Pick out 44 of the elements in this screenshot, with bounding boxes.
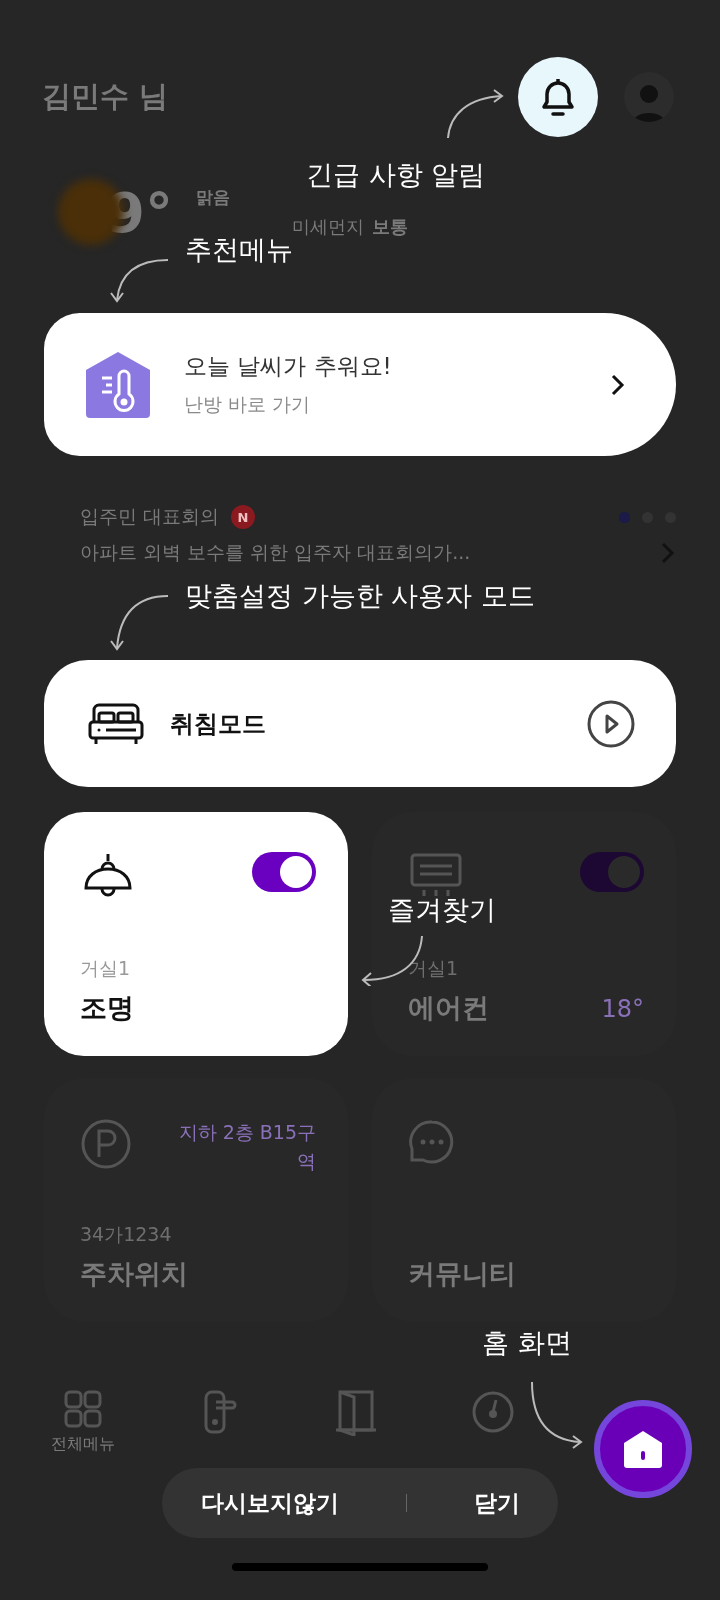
bed-icon	[88, 701, 144, 746]
device-card[interactable]: 거실1 조명	[44, 812, 348, 1056]
recommendation-card[interactable]: 오늘 날씨가 추워요! 난방 바로 가기	[44, 313, 676, 456]
device-name: 주차위치	[80, 1257, 188, 1291]
toggle-switch[interactable]	[580, 852, 644, 892]
user-greeting: 김민수 님	[42, 78, 169, 115]
coach-mark-caption: 즐겨찾기	[388, 893, 496, 927]
room-label: 34가1234	[80, 1222, 173, 1247]
coach-mark-caption: 맞춤설정 가능한 사용자 모드	[185, 579, 535, 613]
notice-title: 입주민 대표회의	[80, 504, 220, 529]
action-button[interactable]: 닫기	[463, 1481, 530, 1525]
device-name: 커뮤니티	[408, 1257, 516, 1291]
parking-location: 지하 2층 B15구역	[177, 1120, 316, 1174]
notice-text[interactable]: 아파트 외벽 보수를 위한 입주자 대표회의가...	[80, 540, 471, 566]
room-label: 거실1	[80, 956, 132, 981]
action-button[interactable]: 다시보지않기	[190, 1481, 349, 1525]
door-icon	[334, 1390, 379, 1436]
coach-mark-caption: 추천메뉴	[185, 233, 293, 267]
mode-label: 취침모드	[170, 708, 267, 740]
grid-icon	[64, 1390, 102, 1428]
weather-condition: 맑음	[196, 185, 231, 209]
dust-value: 보통	[372, 214, 408, 239]
recommendation-subtitle: 난방 바로 가기	[184, 392, 312, 417]
device-name: 조명	[80, 991, 134, 1025]
device-name: 에어컨	[408, 991, 489, 1025]
mode-card[interactable]: 취침모드	[44, 660, 676, 787]
coach-mark-caption: 홈 화면	[482, 1326, 572, 1360]
chevron-right-icon	[610, 372, 626, 397]
nav-item[interactable]: 전체메뉴	[28, 1390, 138, 1455]
gauge-icon	[470, 1390, 515, 1434]
home-icon	[622, 1428, 664, 1470]
toggle-switch[interactable]	[252, 852, 316, 892]
room-label: 거실1	[408, 956, 460, 981]
recommendation-title: 오늘 날씨가 추워요!	[184, 352, 393, 381]
dust-label: 미세먼지	[292, 214, 364, 239]
temperature-value: 18°	[601, 995, 644, 1023]
speech-bubble-icon	[408, 1118, 456, 1166]
play-button[interactable]	[586, 698, 636, 749]
parking-icon	[80, 1118, 132, 1170]
thermometer-house-icon	[84, 349, 152, 420]
air-conditioner-icon	[408, 852, 464, 898]
new-badge: N	[231, 505, 256, 529]
play-icon	[586, 698, 636, 749]
coach-mark-caption: 긴급 사항 알림	[306, 158, 486, 192]
